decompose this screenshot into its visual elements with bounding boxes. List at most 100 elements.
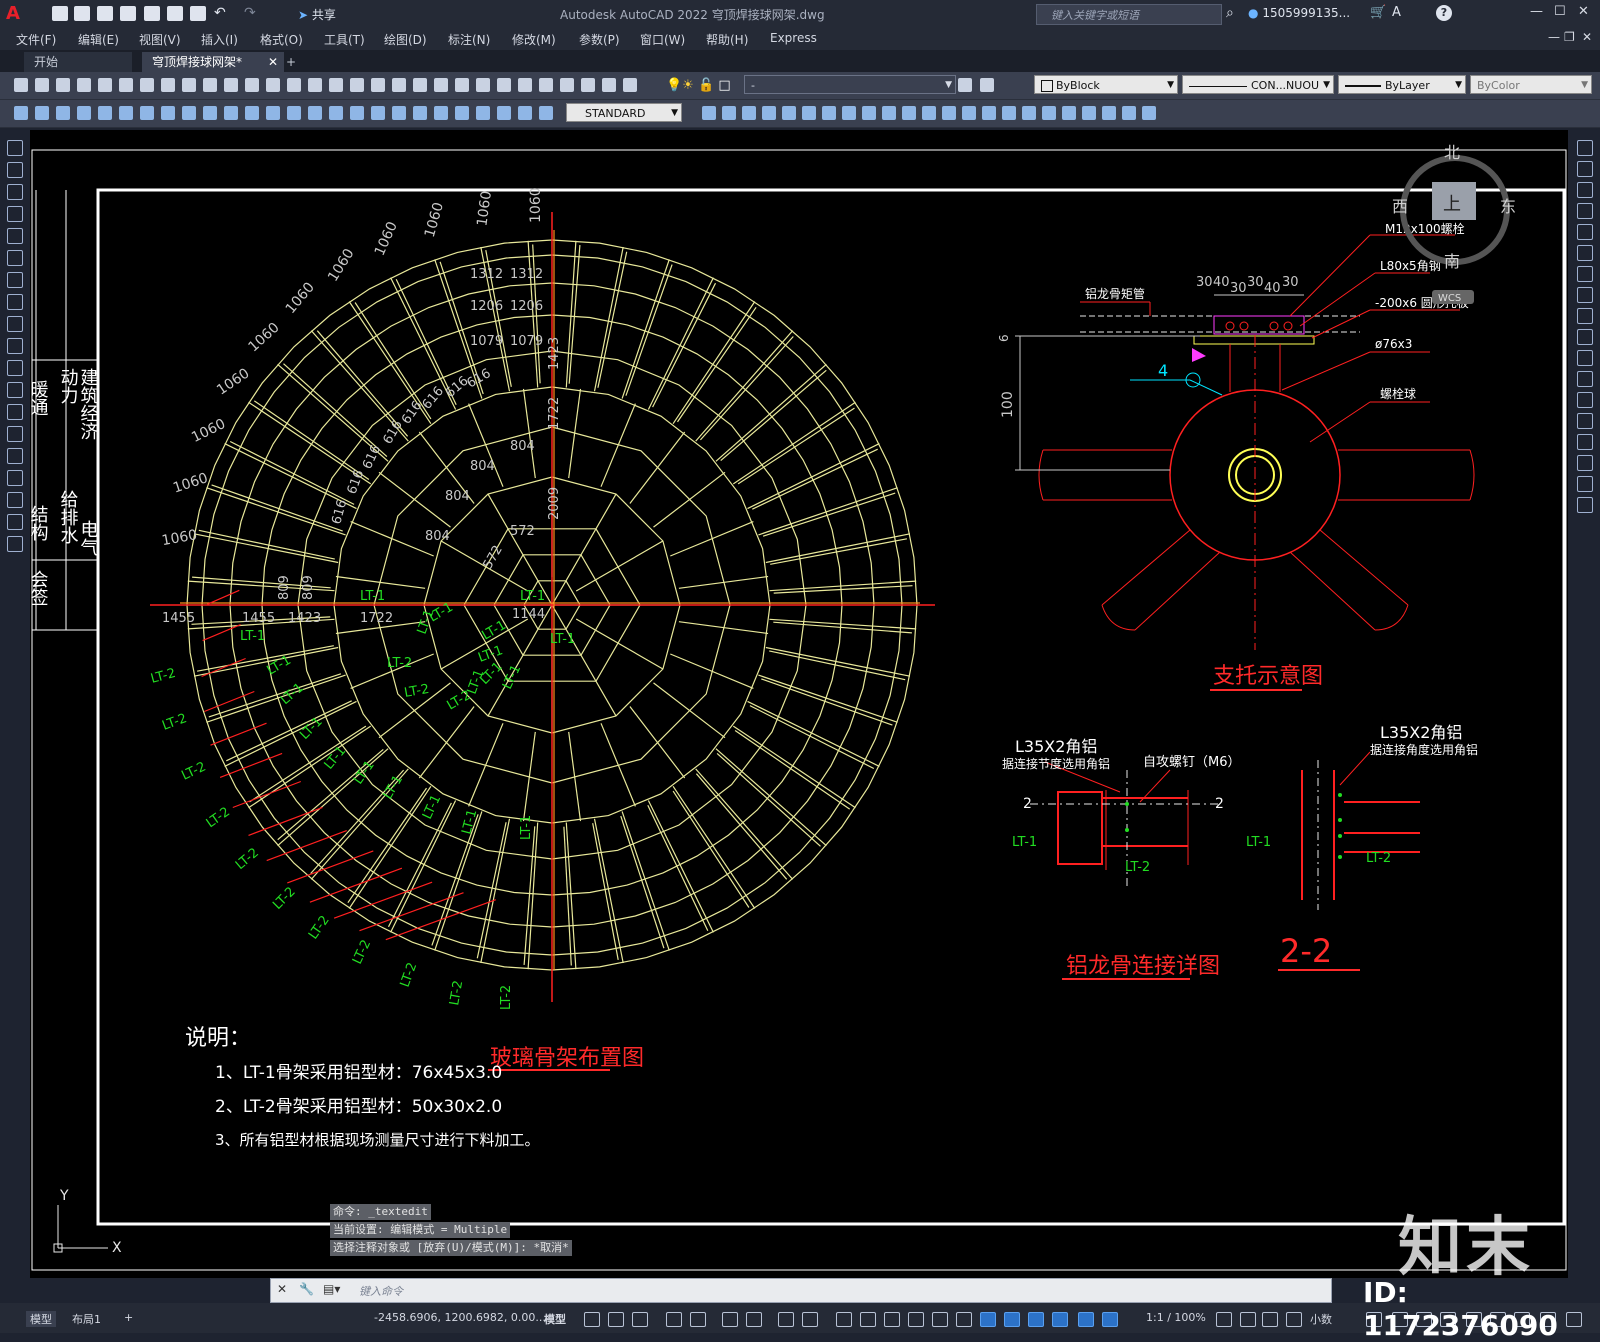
search-input[interactable]: 键入关键字或短语	[1036, 4, 1222, 25]
share-button[interactable]: ➤ 共享	[298, 6, 336, 23]
plot-icon[interactable]	[190, 6, 206, 21]
menu-edit[interactable]: 编辑(E)	[78, 31, 119, 48]
modify-tool-icon[interactable]	[1577, 203, 1593, 219]
modify-tool-icon[interactable]	[1577, 140, 1593, 156]
dimension-tool-icon[interactable]	[742, 106, 756, 120]
command-close-icon[interactable]: ✕	[277, 1282, 287, 1296]
status-toggle-icon[interactable]	[632, 1312, 648, 1327]
modify-tool-icon[interactable]	[1577, 497, 1593, 513]
status-toggle-icon[interactable]	[722, 1312, 738, 1327]
modify-tool-icon[interactable]	[1577, 413, 1593, 429]
modify-tool-icon[interactable]	[1577, 476, 1593, 492]
standard-tool-icon[interactable]	[602, 78, 616, 92]
doc-restore-button[interactable]: ❐	[1564, 30, 1575, 44]
status-toggle-icon[interactable]	[608, 1312, 624, 1327]
dimension-tool-icon[interactable]	[1022, 106, 1036, 120]
draw-tool-icon[interactable]	[7, 272, 23, 288]
dimension-tool-icon[interactable]	[922, 106, 936, 120]
status-toggle-icon[interactable]	[1216, 1312, 1232, 1327]
dimension-tool-icon[interactable]	[982, 106, 996, 120]
minimize-button[interactable]: —	[1530, 4, 1543, 19]
status-toggle-icon[interactable]	[836, 1312, 852, 1327]
draw-tool-icon[interactable]	[7, 426, 23, 442]
layer-dropdown[interactable]: - ▼	[744, 75, 956, 94]
draw-tool-icon[interactable]	[7, 184, 23, 200]
standard-tool-icon[interactable]	[14, 78, 28, 92]
status-toggle-icon[interactable]	[932, 1312, 948, 1327]
menu-insert[interactable]: 插入(I)	[201, 31, 238, 48]
draw-tool-icon[interactable]	[7, 206, 23, 222]
open-icon[interactable]	[74, 6, 90, 21]
dimension-tool-icon[interactable]	[862, 106, 876, 120]
standard-tool-icon[interactable]	[140, 78, 154, 92]
modify-tool-icon[interactable]	[1577, 245, 1593, 261]
dimension-tool-icon[interactable]	[140, 106, 154, 120]
standard-tool-icon[interactable]	[98, 78, 112, 92]
color-dropdown[interactable]: ByBlock ▼	[1034, 75, 1178, 94]
draw-tool-icon[interactable]	[7, 250, 23, 266]
menu-draw[interactable]: 绘图(D)	[384, 31, 427, 48]
status-toggle-icon[interactable]	[884, 1312, 900, 1327]
draw-tool-icon[interactable]	[7, 404, 23, 420]
autocad-logo-icon[interactable]: A	[6, 3, 26, 24]
dimension-tool-icon[interactable]	[329, 106, 343, 120]
standard-tool-icon[interactable]	[371, 78, 385, 92]
status-toggle-icon[interactable]	[746, 1312, 762, 1327]
status-toggle-icon[interactable]	[690, 1312, 706, 1327]
user-account[interactable]: ● 1505999135...	[1248, 6, 1350, 20]
standard-tool-icon[interactable]	[77, 78, 91, 92]
new-icon[interactable]	[52, 6, 68, 21]
dimension-tool-icon[interactable]	[287, 106, 301, 120]
dimension-tool-icon[interactable]	[35, 106, 49, 120]
open-web-icon[interactable]	[144, 6, 160, 21]
standard-tool-icon[interactable]	[518, 78, 532, 92]
redo-icon[interactable]: ↷	[244, 5, 256, 21]
dimension-tool-icon[interactable]	[962, 106, 976, 120]
status-toggle-icon[interactable]	[802, 1312, 818, 1327]
modify-tool-icon[interactable]	[1577, 224, 1593, 240]
dimension-tool-icon[interactable]	[702, 106, 716, 120]
draw-tool-icon[interactable]	[7, 338, 23, 354]
dimension-tool-icon[interactable]	[98, 106, 112, 120]
standard-tool-icon[interactable]	[245, 78, 259, 92]
standard-tool-icon[interactable]	[455, 78, 469, 92]
modify-tool-icon[interactable]	[1577, 371, 1593, 387]
menu-file[interactable]: 文件(F)	[16, 31, 56, 48]
layout-tab-layout1[interactable]: 布局1	[72, 1311, 101, 1327]
standard-tool-icon[interactable]	[350, 78, 364, 92]
draw-tool-icon[interactable]	[7, 140, 23, 156]
standard-tool-icon[interactable]	[182, 78, 196, 92]
dimension-tool-icon[interactable]	[455, 106, 469, 120]
status-toggle-icon[interactable]	[1240, 1312, 1256, 1327]
standard-tool-icon[interactable]	[539, 78, 553, 92]
status-toggle-icon[interactable]	[1262, 1312, 1278, 1327]
draw-tool-icon[interactable]	[7, 536, 23, 552]
dimension-tool-icon[interactable]	[266, 106, 280, 120]
command-line[interactable]: ✕ 🔧 ▤▾ 键入命令	[270, 1278, 1332, 1303]
status-toggle-icon[interactable]	[860, 1312, 876, 1327]
dimension-tool-icon[interactable]	[224, 106, 238, 120]
tab-drawing[interactable]: 穹顶焊接球网架* ✕	[142, 52, 284, 72]
modify-tool-icon[interactable]	[1577, 329, 1593, 345]
status-toggle-icon[interactable]	[666, 1312, 682, 1327]
cart-icon[interactable]: 🛒	[1370, 5, 1386, 20]
dimension-tool-icon[interactable]	[119, 106, 133, 120]
modify-tool-icon[interactable]	[1577, 266, 1593, 282]
standard-tool-icon[interactable]	[476, 78, 490, 92]
status-toggle-icon[interactable]	[956, 1312, 972, 1327]
dimension-tool-icon[interactable]	[1142, 106, 1156, 120]
menu-window[interactable]: 窗口(W)	[640, 31, 685, 48]
dimension-tool-icon[interactable]	[518, 106, 532, 120]
modify-tool-icon[interactable]	[1577, 308, 1593, 324]
status-toggle-icon[interactable]	[1078, 1312, 1094, 1327]
draw-tool-icon[interactable]	[7, 360, 23, 376]
save-as-icon[interactable]	[120, 6, 136, 21]
layout-tab-model[interactable]: 模型	[26, 1311, 56, 1327]
plotstyle-dropdown[interactable]: ByColor ▼	[1470, 75, 1592, 94]
draw-tool-icon[interactable]	[7, 448, 23, 464]
drawing-canvas[interactable]: 暖通 动力 建筑经济 结构 给排水 电气 会签 1060 1060 1060 1060…	[30, 130, 1568, 1278]
modify-tool-icon[interactable]	[1577, 287, 1593, 303]
standard-tool-icon[interactable]	[308, 78, 322, 92]
dimension-tool-icon[interactable]	[842, 106, 856, 120]
dimension-tool-icon[interactable]	[882, 106, 896, 120]
